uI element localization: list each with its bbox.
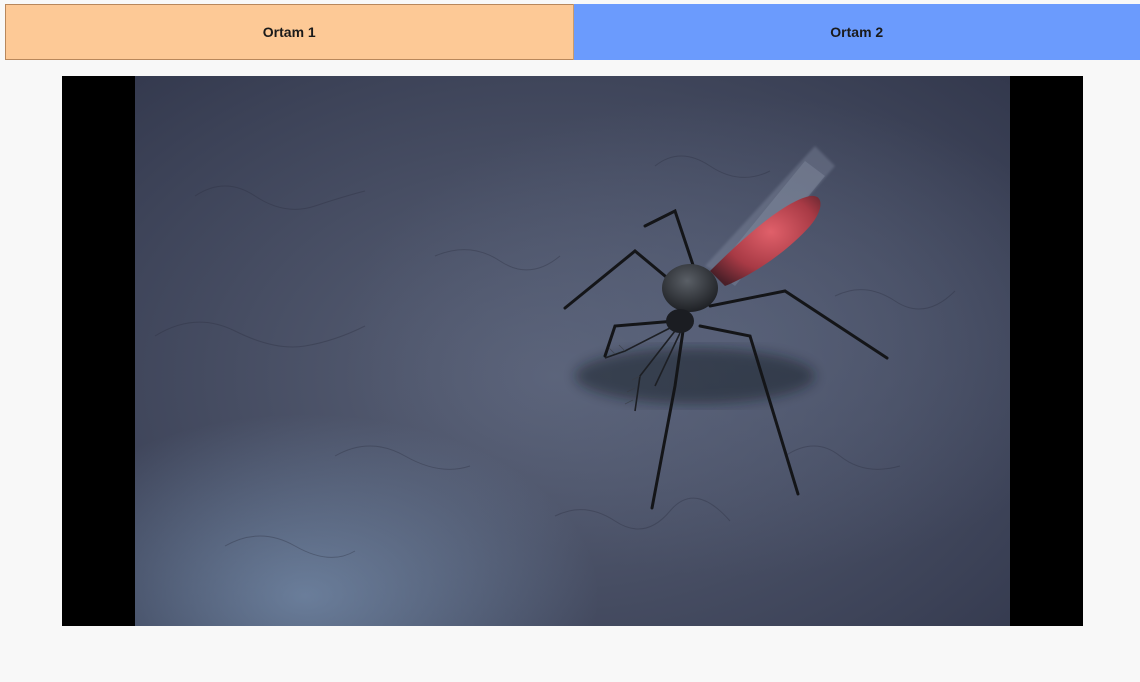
video-frame-image [135,76,1010,626]
video-player[interactable] [62,76,1083,626]
tab-ortam-2[interactable]: Ortam 2 [572,4,1140,60]
tab-ortam-1[interactable]: Ortam 1 [5,4,573,60]
tab-label: Ortam 1 [262,24,316,40]
tab-bar: Ortam 1 Ortam 2 [5,4,1140,60]
page: Ortam 1 Ortam 2 [0,0,1140,682]
mosquito-illustration [154,146,956,558]
tab-label: Ortam 2 [830,24,884,40]
